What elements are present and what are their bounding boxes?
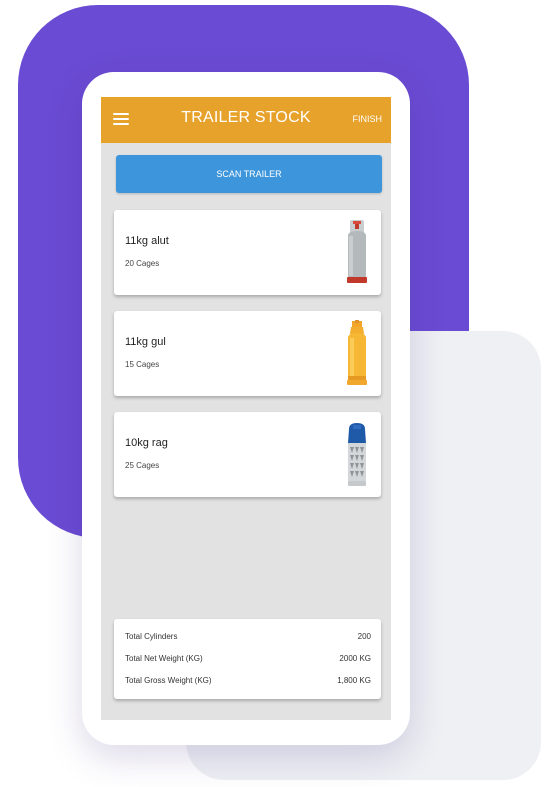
page-title: TRAILER STOCK bbox=[181, 109, 311, 126]
stock-card-11kg-alut[interactable]: 11kg alut 20 Cages bbox=[114, 210, 381, 295]
summary-value: 2000 KG bbox=[339, 654, 371, 663]
summary-value: 1,800 KG bbox=[337, 676, 371, 685]
app-screen: TRAILER STOCK FINISH SCAN TRAILER 11kg a… bbox=[101, 97, 391, 720]
blue-composite-gas-cylinder-icon bbox=[348, 423, 366, 486]
stock-card-11kg-gul[interactable]: 11kg gul 15 Cages bbox=[114, 311, 381, 396]
finish-button[interactable]: FINISH bbox=[352, 114, 382, 124]
summary-value: 200 bbox=[357, 632, 371, 641]
summary-label: Total Net Weight (KG) bbox=[125, 654, 203, 663]
stock-item-count: 20 Cages bbox=[125, 259, 160, 268]
total-cylinders-row: Total Cylinders 200 bbox=[125, 632, 371, 646]
scan-trailer-button[interactable]: SCAN TRAILER bbox=[116, 155, 382, 193]
total-net-weight-row: Total Net Weight (KG) 2000 KG bbox=[125, 654, 371, 668]
stock-item-name: 11kg gul bbox=[125, 336, 166, 348]
yellow-gas-cylinder-icon bbox=[347, 320, 367, 385]
app-bar: TRAILER STOCK FINISH bbox=[101, 97, 391, 143]
stock-card-10kg-rag[interactable]: 10kg rag 25 Cages bbox=[114, 412, 381, 497]
totals-summary-card: Total Cylinders 200 Total Net Weight (KG… bbox=[114, 619, 381, 699]
total-gross-weight-row: Total Gross Weight (KG) 1,800 KG bbox=[125, 676, 371, 690]
stock-item-name: 11kg alut bbox=[125, 235, 169, 247]
grey-gas-cylinder-icon bbox=[347, 220, 367, 283]
stock-item-count: 15 Cages bbox=[125, 360, 160, 369]
stock-item-name: 10kg rag bbox=[125, 437, 168, 449]
summary-label: Total Gross Weight (KG) bbox=[125, 676, 212, 685]
summary-label: Total Cylinders bbox=[125, 632, 178, 641]
stock-item-count: 25 Cages bbox=[125, 461, 160, 470]
